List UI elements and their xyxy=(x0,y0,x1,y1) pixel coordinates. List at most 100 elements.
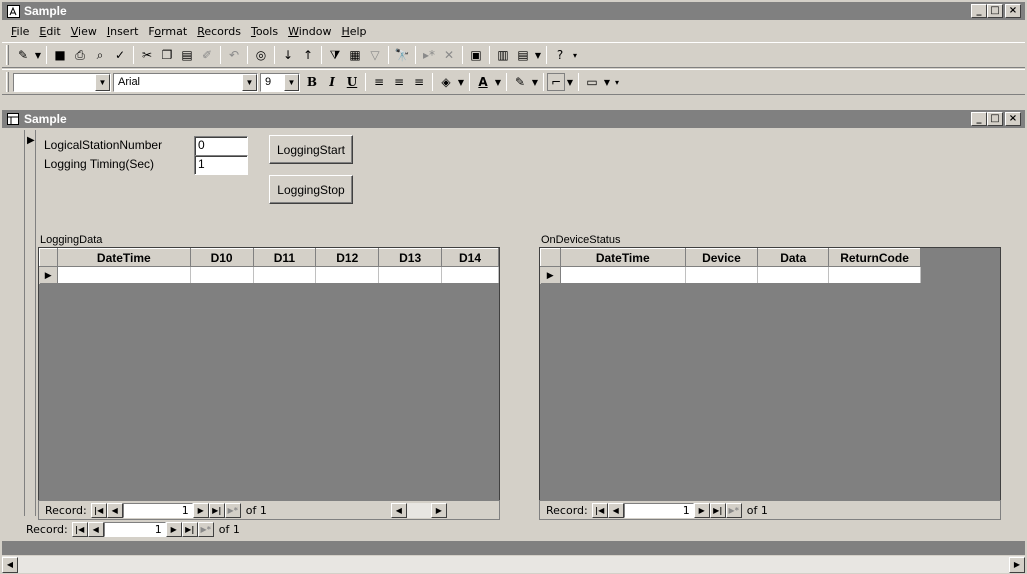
main-hscroll[interactable]: ◀ ▶ xyxy=(2,556,1025,573)
record-number-input[interactable]: 1 xyxy=(122,502,193,518)
format-painter-icon[interactable]: ✐ xyxy=(197,45,217,65)
fill-color-icon[interactable]: ◈ xyxy=(436,72,456,92)
underline-icon[interactable]: U xyxy=(342,72,362,92)
filter-by-selection-icon[interactable]: ⧩ xyxy=(325,45,345,65)
scroll-track[interactable] xyxy=(18,556,1009,573)
menu-format[interactable]: Format xyxy=(143,25,192,38)
previous-record-icon[interactable]: ◀ xyxy=(106,502,123,518)
align-right-icon[interactable]: ≡ xyxy=(409,72,429,92)
font-color-icon[interactable]: A xyxy=(473,72,493,92)
menu-records[interactable]: Records xyxy=(192,25,246,38)
copy-icon[interactable]: ❐ xyxy=(157,45,177,65)
first-record-icon[interactable]: |◀ xyxy=(71,522,88,537)
new-object-icon[interactable]: ▤ xyxy=(513,45,533,65)
logging-start-button[interactable]: LoggingStart xyxy=(269,135,353,164)
logging-timing-input[interactable]: 1 xyxy=(194,155,248,175)
column-header[interactable]: DateTime xyxy=(56,248,191,267)
line-width-dropdown-icon[interactable]: ▼ xyxy=(565,72,575,92)
new-record-nav-icon[interactable]: ▶* xyxy=(725,502,742,518)
column-header[interactable]: ReturnCode xyxy=(828,248,921,267)
print-icon[interactable]: ⎙ xyxy=(70,45,90,65)
minimize-icon[interactable]: _ xyxy=(971,4,987,18)
sort-descending-icon[interactable]: ↑ xyxy=(298,45,318,65)
table-cell[interactable] xyxy=(685,266,759,284)
maximize-icon[interactable]: □ xyxy=(987,112,1003,126)
grid-corner[interactable] xyxy=(540,248,561,267)
delete-record-icon[interactable]: ✕ xyxy=(439,45,459,65)
current-record-arrow-icon[interactable]: ▶ xyxy=(540,266,561,284)
font-size-combo[interactable]: 9 ▼ xyxy=(260,72,300,92)
logical-station-input[interactable]: 0 xyxy=(194,136,248,156)
toolbar-grip[interactable] xyxy=(6,72,9,92)
scroll-right-icon[interactable]: ▶ xyxy=(430,502,447,518)
menu-edit[interactable]: Edit xyxy=(34,25,65,38)
minimize-icon[interactable]: _ xyxy=(971,112,987,126)
column-header[interactable]: D12 xyxy=(315,248,380,267)
undo-icon[interactable]: ↶ xyxy=(224,45,244,65)
database-window-icon[interactable]: ▥ xyxy=(493,45,513,65)
column-header[interactable]: Data xyxy=(757,248,830,267)
last-record-icon[interactable]: ▶| xyxy=(208,502,225,518)
spelling-icon[interactable]: ✓ xyxy=(110,45,130,65)
table-cell[interactable] xyxy=(378,266,443,284)
toolbar-options-icon[interactable]: ▾ xyxy=(612,72,622,92)
last-record-icon[interactable]: ▶| xyxy=(181,522,198,537)
find-icon[interactable]: 🔭 xyxy=(392,45,412,65)
line-color-icon[interactable]: ✎ xyxy=(510,72,530,92)
table-cell[interactable] xyxy=(828,266,921,284)
toolbar-grip[interactable] xyxy=(6,45,9,65)
menu-insert[interactable]: Insert xyxy=(102,25,144,38)
font-color-dropdown-icon[interactable]: ▼ xyxy=(493,72,503,92)
properties-icon[interactable]: ▣ xyxy=(466,45,486,65)
new-record-nav-icon[interactable]: ▶* xyxy=(197,522,214,537)
table-cell[interactable] xyxy=(315,266,380,284)
bold-icon[interactable]: B xyxy=(302,72,322,92)
line-width-icon[interactable]: ⌐ xyxy=(547,73,565,91)
scroll-track[interactable] xyxy=(406,502,431,518)
column-header[interactable]: D10 xyxy=(189,248,254,267)
special-effect-dropdown-icon[interactable]: ▼ xyxy=(602,72,612,92)
first-record-icon[interactable]: |◀ xyxy=(591,502,608,518)
cut-icon[interactable]: ✂ xyxy=(137,45,157,65)
scroll-left-icon[interactable]: ◀ xyxy=(390,502,407,518)
next-record-icon[interactable]: ▶ xyxy=(165,522,182,537)
menu-window[interactable]: Window xyxy=(283,25,336,38)
new-record-icon[interactable]: ▸* xyxy=(419,45,439,65)
close-icon[interactable]: × xyxy=(1005,112,1021,126)
menu-help[interactable]: Help xyxy=(336,25,371,38)
print-preview-icon[interactable]: ⌕ xyxy=(90,45,110,65)
logging-stop-button[interactable]: LoggingStop xyxy=(269,175,353,204)
scroll-right-icon[interactable]: ▶ xyxy=(1009,556,1025,573)
italic-icon[interactable]: I xyxy=(322,72,342,92)
logging-data-hscroll[interactable]: ◀ ▶ xyxy=(390,502,447,518)
special-effect-icon[interactable]: ▭ xyxy=(582,72,602,92)
table-cell[interactable] xyxy=(757,266,830,284)
last-record-icon[interactable]: ▶| xyxy=(709,502,726,518)
apply-filter-icon[interactable]: ▽ xyxy=(365,45,385,65)
column-header[interactable]: D14 xyxy=(441,248,499,267)
sort-ascending-icon[interactable]: ↓ xyxy=(278,45,298,65)
column-header[interactable]: DateTime xyxy=(559,248,686,267)
table-cell[interactable] xyxy=(560,266,686,284)
current-record-arrow-icon[interactable]: ▶ xyxy=(39,266,58,284)
line-color-dropdown-icon[interactable]: ▼ xyxy=(530,72,540,92)
chevron-down-icon[interactable]: ▼ xyxy=(242,73,257,91)
record-number-input[interactable]: 1 xyxy=(103,522,166,537)
align-left-icon[interactable]: ≡ xyxy=(369,72,389,92)
form-record-selector[interactable] xyxy=(24,130,36,516)
toolbar-options-icon[interactable]: ▾ xyxy=(570,45,580,65)
grid-corner[interactable] xyxy=(39,248,58,267)
menu-tools[interactable]: Tools xyxy=(246,25,283,38)
view-icon[interactable]: ✎ xyxy=(13,45,33,65)
save-icon[interactable]: ■ xyxy=(50,45,70,65)
menu-view[interactable]: View xyxy=(66,25,102,38)
column-header[interactable]: D11 xyxy=(252,248,317,267)
table-cell[interactable] xyxy=(57,266,191,284)
previous-record-icon[interactable]: ◀ xyxy=(87,522,104,537)
maximize-icon[interactable]: □ xyxy=(987,4,1003,18)
new-object-dropdown-icon[interactable]: ▼ xyxy=(533,45,543,65)
align-center-icon[interactable]: ≡ xyxy=(389,72,409,92)
next-record-icon[interactable]: ▶ xyxy=(192,502,209,518)
menu-file[interactable]: File xyxy=(6,25,34,38)
font-combo[interactable]: Arial ▼ xyxy=(113,72,258,92)
